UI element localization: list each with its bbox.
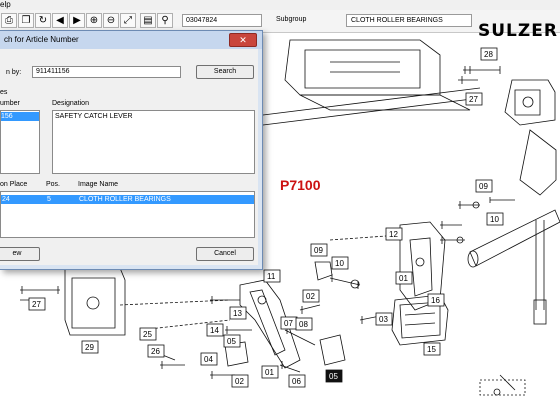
forward-arrow-icon[interactable]: ▶ (69, 13, 85, 28)
svg-text:27: 27 (469, 95, 478, 104)
drawing-title: P7100 (280, 177, 321, 193)
subgroup-label: Subgroup (276, 16, 307, 23)
part-label[interactable]: 08 (295, 317, 313, 331)
part-label[interactable]: 13 (229, 306, 247, 320)
svg-text:09: 09 (479, 182, 488, 191)
part-label[interactable]: 10 (331, 256, 349, 270)
svg-text:11: 11 (267, 272, 276, 281)
results-list[interactable]: 24 5 CLOTH ROLLER BEARINGS (0, 191, 255, 238)
dialog-title: ch for Article Number (4, 35, 79, 44)
refresh-icon[interactable]: ↻ (35, 13, 51, 28)
part-label[interactable]: 16 (427, 293, 445, 307)
part-label-highlighted[interactable]: 05 (325, 369, 343, 383)
part-label[interactable]: 15 (423, 342, 441, 356)
svg-text:02: 02 (306, 292, 315, 301)
part-label[interactable]: 27 (28, 297, 46, 311)
zoom-out-icon[interactable]: ⊖ (103, 13, 119, 28)
part-label[interactable]: 10 (486, 212, 504, 226)
number-list[interactable]: 156 (0, 110, 40, 174)
dialog-body: n by: 911411156 Search es umber Designat… (0, 49, 258, 265)
number-list-item[interactable]: 156 (1, 112, 39, 121)
designation-text: SAFETY CATCH LEVER (55, 113, 133, 120)
svg-text:09: 09 (314, 246, 323, 255)
search-dialog: ch for Article Number ✕ n by: 911411156 … (0, 30, 263, 270)
part-label[interactable]: 11 (263, 269, 281, 283)
binoculars-icon[interactable]: ⚲ (157, 13, 173, 28)
svg-text:04: 04 (204, 355, 213, 364)
svg-text:29: 29 (85, 343, 94, 352)
menu-bar: elp (0, 0, 560, 10)
svg-text:26: 26 (151, 347, 160, 356)
result-pos: 5 (47, 196, 51, 203)
part-label[interactable]: 01 (395, 271, 413, 285)
page-icon[interactable]: ▤ (140, 13, 156, 28)
part-label[interactable]: 01 (261, 365, 279, 379)
svg-text:05: 05 (227, 337, 236, 346)
col-place-header: on Place (0, 181, 28, 188)
search-by-label: n by: (6, 69, 22, 76)
copy-icon[interactable]: ❐ (18, 13, 34, 28)
zoom-fit-icon[interactable]: ⤢ (120, 13, 136, 28)
svg-text:28: 28 (484, 50, 493, 59)
part-label[interactable]: 07 (280, 316, 298, 330)
svg-text:12: 12 (389, 230, 398, 239)
result-image: CLOTH ROLLER BEARINGS (79, 196, 171, 203)
view-button[interactable]: ew (0, 247, 40, 261)
svg-text:15: 15 (427, 345, 436, 354)
part-label[interactable]: 03 (375, 312, 393, 326)
svg-text:14: 14 (210, 326, 219, 335)
svg-text:02: 02 (235, 377, 244, 386)
col-image-header: Image Name (78, 181, 119, 188)
svg-text:01: 01 (399, 274, 408, 283)
svg-text:07: 07 (284, 319, 293, 328)
search-button[interactable]: Search (196, 65, 254, 79)
dialog-title-bar[interactable]: ch for Article Number ✕ (0, 31, 262, 49)
subgroup-name-field: CLOTH ROLLER BEARINGS (346, 14, 472, 27)
col-designation-header: Designation (52, 100, 89, 107)
designation-box[interactable]: SAFETY CATCH LEVER (52, 110, 255, 174)
print-icon[interactable]: ⎙ (1, 13, 17, 28)
part-label[interactable]: 29 (81, 340, 99, 354)
close-icon[interactable]: ✕ (229, 33, 257, 47)
search-input[interactable]: 911411156 (32, 66, 181, 78)
svg-text:08: 08 (299, 320, 308, 329)
svg-text:10: 10 (335, 259, 344, 268)
svg-text:03: 03 (379, 315, 388, 324)
svg-text:05: 05 (329, 372, 338, 381)
part-label[interactable]: 06 (288, 374, 306, 388)
svg-text:10: 10 (490, 215, 499, 224)
part-label[interactable]: 14 (206, 323, 224, 337)
part-label[interactable]: 26 (147, 344, 165, 358)
part-label[interactable]: 02 (302, 289, 320, 303)
part-label[interactable]: 05 (223, 334, 241, 348)
part-label[interactable]: 27 (465, 92, 483, 106)
zoom-in-icon[interactable]: ⊕ (86, 13, 102, 28)
svg-text:25: 25 (143, 330, 152, 339)
svg-text:01: 01 (265, 368, 274, 377)
part-label[interactable]: 09 (475, 179, 493, 193)
results-row-selected[interactable]: 24 5 CLOTH ROLLER BEARINGS (1, 195, 254, 204)
svg-text:27: 27 (32, 300, 41, 309)
part-label[interactable]: 25 (139, 327, 157, 341)
result-place: 24 (2, 196, 10, 203)
menu-help[interactable]: elp (0, 0, 11, 10)
part-label[interactable]: 04 (200, 352, 218, 366)
part-label[interactable]: 09 (310, 243, 328, 257)
part-label[interactable]: 28 (480, 47, 498, 61)
svg-text:16: 16 (431, 296, 440, 305)
part-label[interactable]: 02 (231, 374, 249, 388)
col-number-header: umber (0, 100, 20, 107)
part-label[interactable]: 12 (385, 227, 403, 241)
cancel-button[interactable]: Cancel (196, 247, 254, 261)
svg-text:06: 06 (292, 377, 301, 386)
col-pos-header: Pos. (46, 181, 61, 188)
section-label: es (0, 89, 8, 96)
back-arrow-icon[interactable]: ◀ (52, 13, 68, 28)
article-number-field: 03047824 (182, 14, 262, 27)
svg-text:13: 13 (233, 309, 242, 318)
